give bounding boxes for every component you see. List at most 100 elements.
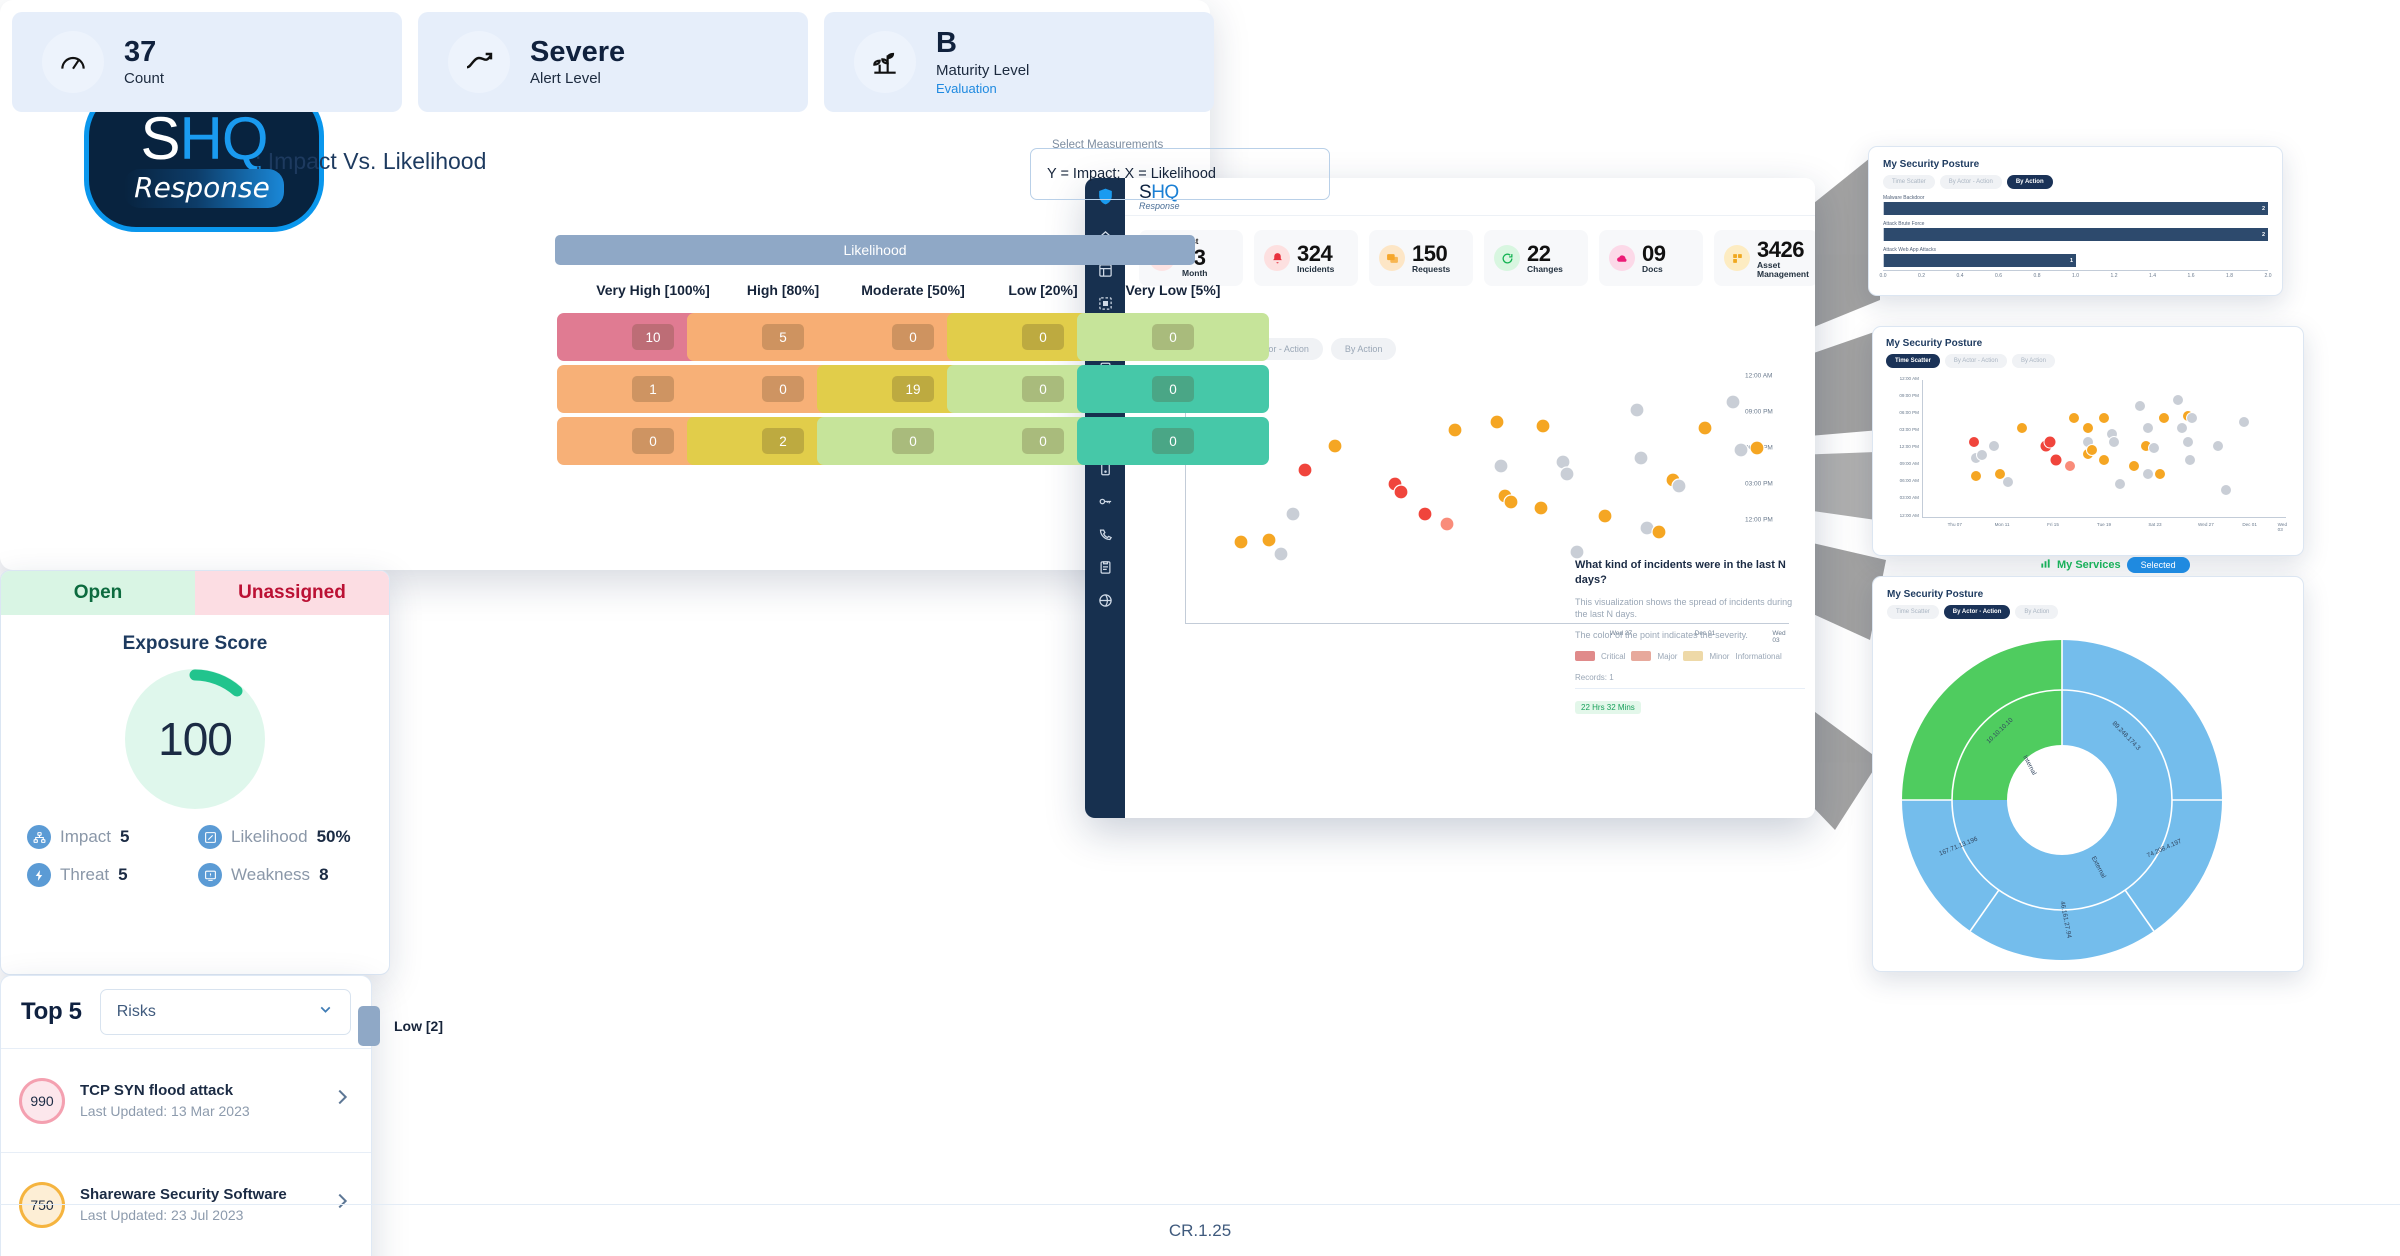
info-body-2: The color of the point indicates the sev…: [1575, 629, 1748, 640]
metric-likelihood: Likelihood 50%: [198, 825, 363, 849]
tab-open[interactable]: Open: [1, 571, 195, 615]
x-tick: Dec 01: [2242, 522, 2257, 527]
col-header: High [80%]: [746, 282, 820, 298]
x-tick: 1.8: [2226, 273, 2233, 279]
tab-unassigned[interactable]: Unassigned: [195, 571, 389, 615]
globe-icon[interactable]: [1095, 590, 1115, 610]
panel-time-scatter: My Security Posture Time Scatter By Acto…: [1872, 326, 2304, 556]
metric-card-alert[interactable]: Severe Alert Level: [418, 12, 808, 112]
key-icon[interactable]: [1095, 491, 1115, 511]
legend-label-informational: Informational: [1735, 651, 1782, 661]
metric-value: B: [936, 27, 957, 60]
cell-value: 0: [762, 376, 804, 402]
tab-by-action[interactable]: By Action: [2011, 354, 2055, 368]
matrix-cell[interactable]: 0: [1077, 365, 1269, 413]
y-tick: 06:00 PM: [1899, 410, 1919, 415]
clipboard-icon[interactable]: [1095, 557, 1115, 577]
stat-card[interactable]: 3426 Asset Management: [1714, 230, 1815, 286]
tab-by-actor-action[interactable]: By Actor - Action: [1944, 354, 2007, 368]
metric-card-maturity[interactable]: B Maturity Level Evaluation: [824, 12, 1214, 112]
plant-icon: [854, 31, 916, 93]
panel-title: My Security Posture: [1886, 338, 1983, 349]
main-logo-response: Response: [1139, 200, 1180, 211]
main-sidebar: [1085, 178, 1125, 818]
info-block: What kind of incidents were in the last …: [1575, 558, 1805, 715]
col-header: Very Low [5%]: [1125, 282, 1221, 298]
cell-value: 0: [1152, 428, 1194, 454]
top5-select-value: Risks: [116, 1003, 156, 1020]
logo-wordmark: SHQ: [140, 108, 268, 169]
x-tick: 1.4: [2149, 273, 2156, 279]
matrix-cell[interactable]: 0: [1077, 313, 1269, 361]
logo-letter-s: S: [140, 104, 180, 172]
top5-category-select[interactable]: Risks: [99, 989, 351, 1035]
row-swatch: [358, 1006, 380, 1046]
tab-time-scatter[interactable]: Time Scatter: [1883, 175, 1935, 189]
tab-by-actor-action[interactable]: By Actor - Action: [1939, 175, 2002, 189]
my-services-label: My Services: [2057, 559, 2121, 571]
logo-response-text: Response: [134, 170, 270, 204]
bar-chart-icon: [2040, 556, 2051, 574]
exposure-metrics: Impact 5 Likelihood 50% Threat 5 Weaknes…: [27, 825, 363, 887]
cell-value: 5: [762, 324, 804, 350]
stat-label: Month: [1182, 268, 1208, 279]
bolt-icon: [27, 863, 51, 887]
bell-icon: [1264, 245, 1290, 271]
tab-time-scatter[interactable]: Time Scatter: [1887, 605, 1939, 619]
x-tick: 1.6: [2187, 273, 2195, 279]
dashboard-icon[interactable]: [1095, 293, 1115, 313]
exposure-heading: Exposure Score: [122, 633, 268, 654]
cell-value: 0: [892, 428, 934, 454]
score-value: 990: [30, 1092, 54, 1109]
stat-card[interactable]: 09 Docs: [1599, 230, 1703, 286]
bar-category: Malware Backdoor: [1883, 195, 1925, 201]
panel-title: My Security Posture: [1887, 589, 1984, 600]
exposure-score-card: Open Unassigned Exposure Score 100 Impac…: [0, 570, 2400, 1240]
screenshot-root: SHQ Response SHQ Response Month 324 Inci…: [0, 0, 2400, 1256]
tab-by-action[interactable]: By Action: [1330, 338, 1397, 360]
chevron-right-icon[interactable]: [331, 1086, 353, 1115]
list-item[interactable]: 990 TCP SYN flood attack Last Updated: 1…: [1, 1048, 371, 1152]
impact-row-label: Low [2]: [358, 1006, 443, 1046]
selected-badge[interactable]: Selected: [2126, 557, 2190, 573]
y-tick: 09:00 PM: [1899, 393, 1919, 398]
bar-chart: Malware Backdoor 2 Attack Brute Force 2 …: [1880, 195, 2272, 280]
stat-value: 22: [1527, 240, 1551, 266]
trend-up-icon: [448, 31, 510, 93]
stat-card[interactable]: 324 Incidents: [1254, 230, 1358, 286]
panel-by-actor-action: My Security Posture Time Scatter By Acto…: [1872, 576, 2304, 972]
panel-tabs: Time Scatter By Actor - Action By Action: [1887, 605, 2289, 619]
panel-title: My Security Posture: [1883, 159, 1980, 170]
refresh-icon: [1494, 245, 1520, 271]
stat-card[interactable]: 150 Requests: [1369, 230, 1473, 286]
select-measurements-input[interactable]: Y = Impact; X = Likelihood: [1030, 148, 1330, 200]
sunburst-chart: 10.10.10.10 89.248.174.3 74.208.4.197 46…: [1902, 640, 2222, 960]
matrix-cell[interactable]: 0: [1077, 417, 1269, 465]
stat-card[interactable]: 22 Changes: [1484, 230, 1588, 286]
tab-by-actor-action[interactable]: By Actor - Action: [1943, 605, 2011, 619]
tab-by-action[interactable]: By Action: [2006, 175, 2053, 189]
metric-card-count[interactable]: 37 Count: [12, 12, 402, 112]
info-body-1: This visualization shows the spread of i…: [1575, 596, 1793, 620]
stat-label: Incidents: [1297, 264, 1335, 275]
metric-label: Likelihood: [231, 827, 308, 846]
risk-name: TCP SYN flood attack: [80, 1082, 234, 1099]
row-label-text: Low [2]: [394, 1018, 443, 1034]
gauge-icon: [42, 31, 104, 93]
risk-updated: Last Updated: 13 Mar 2023: [80, 1103, 250, 1119]
chat-icon: [1379, 245, 1405, 271]
bar-row: Attack Brute Force 2: [1883, 221, 2268, 241]
tab-time-scatter[interactable]: Time Scatter: [1886, 354, 1940, 368]
panel-tabs: Time Scatter By Actor - Action By Action: [1883, 175, 2268, 189]
scatter-chart: 12:00 AM 09:00 PM 06:00 PM 03:00 PM 12:0…: [1886, 376, 2290, 536]
cloud-check-icon: [1609, 245, 1635, 271]
phone-icon[interactable]: [1095, 524, 1115, 544]
tab-by-action[interactable]: By Action: [2015, 605, 2059, 619]
main-stat-cards: Last 03 Month 324 Incidents 150 Requests: [1139, 230, 1815, 286]
metric-label: Impact: [60, 827, 112, 846]
stat-value: 150: [1412, 240, 1448, 266]
evaluation-link[interactable]: Evaluation: [936, 81, 1029, 96]
y-tick: 09:00 AM: [1899, 461, 1919, 466]
x-tick: Wed 27: [2198, 522, 2214, 527]
bar-value: 2: [1884, 228, 2268, 241]
